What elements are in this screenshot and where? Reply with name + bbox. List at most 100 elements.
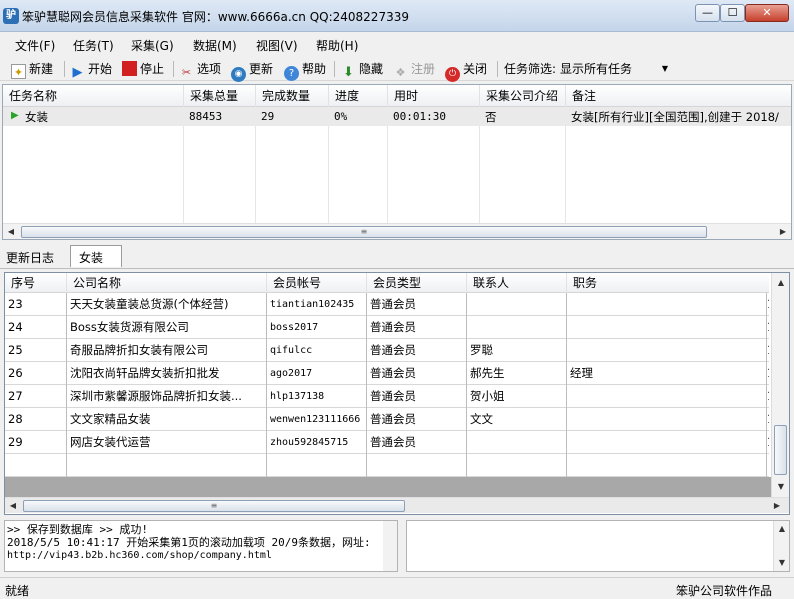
menu-file[interactable]: 文件(F) [15, 37, 55, 54]
task-time: 00:01:30 [393, 110, 446, 123]
col-contact[interactable]: 联系人 [467, 273, 567, 293]
minimize-button[interactable]: — [695, 4, 720, 22]
table-row[interactable]: 28文文家精品女装wenwen123111666普通会员文文 1 [5, 408, 769, 431]
log-line: 2018/5/5 10:41:17 开始采集第1页的滚动加载项 20/9条数据，… [7, 536, 371, 549]
menu-task[interactable]: 任务(T) [73, 37, 114, 54]
cell-account [267, 454, 367, 477]
cell-account: tiantian102435 [267, 293, 367, 316]
table-row[interactable]: 27深圳市紫馨源服饰品牌折扣女装...hlp137138普通会员贺小姐 1 [5, 385, 769, 408]
cell-account: hlp137138 [267, 385, 367, 408]
cell-extra: 1 [767, 339, 769, 362]
col-done[interactable]: 完成数量 [256, 85, 329, 107]
stop-button[interactable]: 停止 [122, 60, 164, 78]
table-row[interactable] [5, 454, 769, 477]
company-grid-header: 序号 公司名称 会员帐号 会员类型 联系人 职务 [5, 273, 769, 293]
options-button[interactable]: ✂ 选项 [179, 60, 221, 79]
hide-button[interactable]: ⬇ 隐藏 [341, 60, 383, 80]
cell-account: boss2017 [267, 316, 367, 339]
company-grid-body: 23天天女装童装总货源(个体经营)tiantian102435普通会员124Bo… [5, 293, 769, 477]
scroll-thumb[interactable]: ≡ [23, 500, 405, 512]
help-button[interactable]: ? 帮助 [284, 60, 326, 81]
cell-company-name: Boss女装货源有限公司 [67, 316, 267, 339]
cell-no [5, 454, 67, 477]
scroll-up-icon[interactable]: ▲ [774, 521, 790, 537]
detail-vscrollbar[interactable]: ▲ ▼ [773, 521, 789, 571]
cell-position [567, 431, 767, 454]
status-text: 就绪 [5, 584, 30, 598]
company-grid-hscrollbar[interactable]: ◀ ≡ ▶ [5, 497, 789, 513]
task-filter-dropdown[interactable]: 显示所有任务 ▼ [560, 60, 672, 78]
close-window-button[interactable]: ✕ [745, 4, 789, 22]
col-position[interactable]: 职务 [567, 273, 767, 293]
task-done: 29 [261, 110, 275, 123]
menu-view[interactable]: 视图(V) [256, 37, 298, 54]
maximize-button[interactable]: ☐ [720, 4, 745, 22]
running-arrow-icon: ▶ [11, 110, 19, 121]
globe-icon: ◉ [231, 67, 246, 82]
col-total[interactable]: 采集总量 [184, 85, 256, 107]
cell-extra: 1 [767, 293, 769, 316]
new-button[interactable]: ✦ 新建 [11, 60, 53, 79]
update-button[interactable]: ◉ 更新 [231, 60, 273, 82]
cell-position [567, 454, 767, 477]
company-grid-vscrollbar[interactable]: ▲ ▼ [771, 273, 789, 497]
log-line: http://vip43.b2b.hc360.com/shop/company.… [7, 550, 272, 561]
task-list-hscrollbar[interactable]: ◀ ≡ ▶ [3, 223, 791, 239]
register-button[interactable]: ❖ 注册 [393, 60, 435, 79]
cell-contact: 罗聪 [467, 339, 567, 362]
col-progress[interactable]: 进度 [329, 85, 388, 107]
col-time[interactable]: 用时 [388, 85, 480, 107]
log-text-area[interactable]: >> 保存到数据库 >> 成功! 2018/5/5 10:41:17 开始采集第… [4, 520, 398, 572]
cell-member-type: 普通会员 [367, 362, 467, 385]
table-row[interactable]: 25奇服品牌折扣女装有限公司qifulcc普通会员罗聪 1 [5, 339, 769, 362]
dropdown-arrow-icon: ▼ [661, 64, 668, 73]
tab-update-log[interactable]: 更新日志 [6, 249, 54, 266]
task-row[interactable]: ▶ 女装 88453 29 0% 00:01:30 否 女装[所有行业][全国范… [3, 107, 791, 126]
col-company-name[interactable]: 公司名称 [67, 273, 267, 293]
scroll-left-icon[interactable]: ◀ [5, 498, 21, 514]
cell-position: 经理 [567, 362, 767, 385]
tab-womens-clothing[interactable]: 女装 [70, 245, 122, 267]
scroll-thumb[interactable]: ≡ [21, 226, 707, 238]
col-intro[interactable]: 采集公司介绍 [480, 85, 566, 107]
table-row[interactable]: 26沈阳衣尚轩品牌女装折扣批发ago2017普通会员郝先生经理1 [5, 362, 769, 385]
cell-no: 28 [5, 408, 67, 431]
cell-company-name: 天天女装童装总货源(个体经营) [67, 293, 267, 316]
cell-company-name: 奇服品牌折扣女装有限公司 [67, 339, 267, 362]
detail-text-area[interactable]: ▲ ▼ [406, 520, 790, 572]
col-task-name[interactable]: 任务名称 [3, 85, 184, 107]
grid-empty-area [5, 477, 771, 497]
close-button[interactable]: ⏻ 关闭 [445, 60, 487, 82]
start-button[interactable]: ▶ 开始 [70, 60, 113, 80]
cell-member-type [367, 454, 467, 477]
cell-no: 29 [5, 431, 67, 454]
col-note[interactable]: 备注 [566, 85, 791, 107]
cell-company-name: 网店女装代运营 [67, 431, 267, 454]
cell-position [567, 408, 767, 431]
menu-data[interactable]: 数据(M) [193, 37, 237, 54]
table-row[interactable]: 24Boss女装货源有限公司boss2017普通会员 1 [5, 316, 769, 339]
menu-help[interactable]: 帮助(H) [316, 37, 358, 54]
cell-position [567, 339, 767, 362]
table-row[interactable]: 23天天女装童装总货源(个体经营)tiantian102435普通会员 1 [5, 293, 769, 316]
col-account[interactable]: 会员帐号 [267, 273, 367, 293]
table-row[interactable]: 29网店女装代运营zhou592845715普通会员 1 [5, 431, 769, 454]
col-no[interactable]: 序号 [5, 273, 67, 293]
col-member-type[interactable]: 会员类型 [367, 273, 467, 293]
scroll-down-icon[interactable]: ▼ [773, 479, 789, 495]
tools-icon: ✂ [181, 66, 192, 79]
scroll-left-icon[interactable]: ◀ [3, 224, 19, 240]
cell-member-type: 普通会员 [367, 385, 467, 408]
cell-company-name [67, 454, 267, 477]
scroll-thumb[interactable] [774, 425, 787, 475]
app-logo-icon: 驴 [3, 8, 19, 24]
log-vscrollbar[interactable] [383, 521, 397, 571]
scroll-down-icon[interactable]: ▼ [774, 555, 790, 571]
scroll-right-icon[interactable]: ▶ [775, 224, 791, 240]
task-progress: 0% [334, 110, 348, 123]
menu-collect[interactable]: 采集(G) [131, 37, 174, 54]
scroll-right-icon[interactable]: ▶ [769, 498, 785, 514]
cell-account: zhou592845715 [267, 431, 367, 454]
toolbar-separator [334, 61, 335, 77]
scroll-up-icon[interactable]: ▲ [773, 275, 789, 291]
